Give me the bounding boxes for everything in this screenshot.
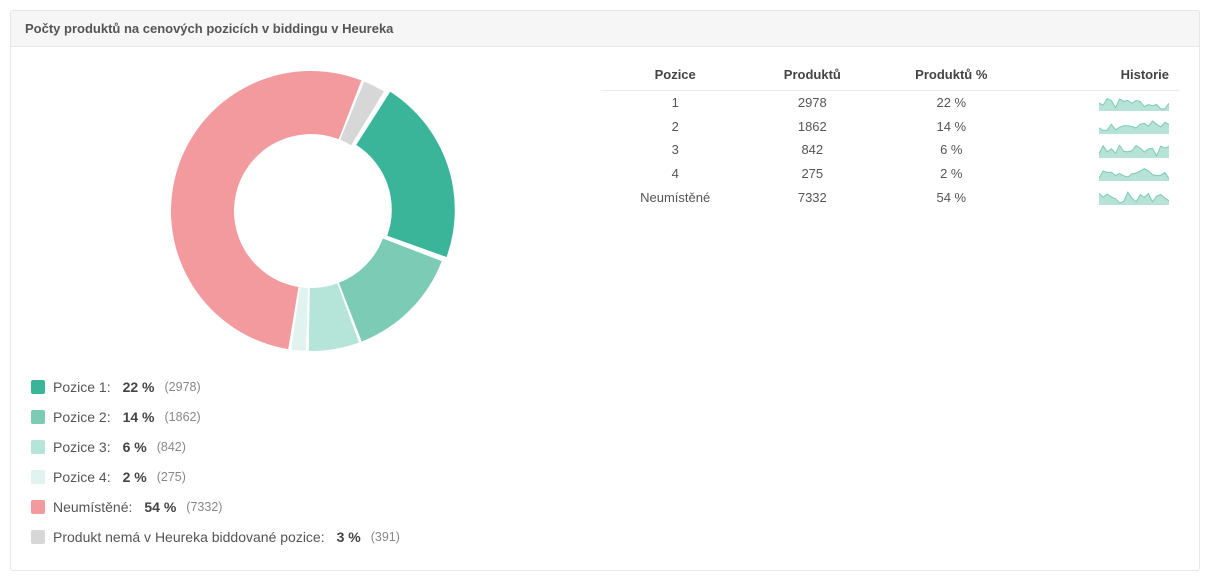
legend-label: Produkt nemá v Heureka biddované pozice: bbox=[53, 529, 325, 545]
legend-item[interactable]: Pozice 2: 14 % (1862) bbox=[31, 402, 591, 432]
cell-pct: 22 % bbox=[875, 91, 1027, 115]
legend-label: Pozice 2: bbox=[53, 409, 111, 425]
legend-pct: 54 % bbox=[144, 499, 176, 515]
cell-history[interactable] bbox=[1027, 138, 1179, 162]
table-row: 1297822 % bbox=[601, 91, 1179, 115]
cell-count: 2978 bbox=[749, 91, 875, 115]
cell-position: 3 bbox=[601, 138, 749, 162]
legend-swatch bbox=[31, 500, 45, 514]
positions-table: Pozice Produktů Produktů % Historie 1297… bbox=[601, 61, 1179, 209]
table-row: Neumístěné733254 % bbox=[601, 185, 1179, 209]
legend-count: (7332) bbox=[186, 500, 222, 514]
left-column: Pozice 1:22 %(2978)Pozice 2:14 %(1862)Po… bbox=[31, 61, 591, 552]
cell-pct: 54 % bbox=[875, 185, 1027, 209]
cell-history[interactable] bbox=[1027, 115, 1179, 139]
panel-title: Počty produktů na cenových pozicích v bi… bbox=[11, 11, 1199, 47]
legend-label: Pozice 1: bbox=[53, 379, 111, 395]
legend-item[interactable]: Pozice 4: 2 % (275) bbox=[31, 462, 591, 492]
legend-count: (391) bbox=[371, 530, 400, 544]
legend-count: (1862) bbox=[165, 410, 201, 424]
legend-swatch bbox=[31, 440, 45, 454]
donut-slice[interactable] bbox=[356, 92, 455, 257]
legend-label: Pozice 4: bbox=[53, 469, 111, 485]
th-position: Pozice bbox=[601, 61, 749, 91]
cell-history[interactable] bbox=[1027, 185, 1179, 209]
legend-swatch bbox=[31, 410, 45, 424]
legend-count: (2978) bbox=[165, 380, 201, 394]
cell-pct: 2 % bbox=[875, 162, 1027, 186]
cell-pct: 6 % bbox=[875, 138, 1027, 162]
sparkline-icon bbox=[1099, 167, 1169, 181]
legend-pct: 2 % bbox=[123, 469, 147, 485]
th-count: Produktů bbox=[749, 61, 875, 91]
table-row: 38426 % bbox=[601, 138, 1179, 162]
cell-pct: 14 % bbox=[875, 115, 1027, 139]
legend-count: (842) bbox=[157, 440, 186, 454]
legend-item[interactable]: Produkt nemá v Heureka biddované pozice:… bbox=[31, 522, 591, 552]
table-row: 2186214 % bbox=[601, 115, 1179, 139]
legend-item[interactable]: Neumístěné: 54 % (7332) bbox=[31, 492, 591, 522]
legend-pct: 14 % bbox=[123, 409, 155, 425]
th-history: Historie bbox=[1027, 61, 1179, 91]
donut-chart bbox=[31, 61, 591, 364]
legend-pct: 6 % bbox=[123, 439, 147, 455]
cell-count: 275 bbox=[749, 162, 875, 186]
legend-swatch bbox=[31, 470, 45, 484]
right-column: Pozice Produktů Produktů % Historie 1297… bbox=[591, 61, 1179, 209]
legend: Pozice 1:22 %(2978)Pozice 2:14 %(1862)Po… bbox=[31, 372, 591, 552]
legend-swatch bbox=[31, 380, 45, 394]
legend-swatch bbox=[31, 530, 45, 544]
cell-count: 1862 bbox=[749, 115, 875, 139]
legend-pct: 3 % bbox=[337, 529, 361, 545]
legend-label: Pozice 3: bbox=[53, 439, 111, 455]
cell-count: 842 bbox=[749, 138, 875, 162]
cell-position: 4 bbox=[601, 162, 749, 186]
sparkline-icon bbox=[1099, 120, 1169, 134]
th-pct: Produktů % bbox=[875, 61, 1027, 91]
donut-slice[interactable] bbox=[339, 239, 442, 342]
cell-count: 7332 bbox=[749, 185, 875, 209]
sparkline-icon bbox=[1099, 144, 1169, 158]
legend-item[interactable]: Pozice 3: 6 % (842) bbox=[31, 432, 591, 462]
table-row: 42752 % bbox=[601, 162, 1179, 186]
cell-history[interactable] bbox=[1027, 162, 1179, 186]
legend-pct: 22 % bbox=[123, 379, 155, 395]
legend-item[interactable]: Pozice 1: 22 % (2978) bbox=[31, 372, 591, 402]
panel-body: Pozice 1:22 %(2978)Pozice 2:14 %(1862)Po… bbox=[11, 47, 1199, 570]
sparkline-icon bbox=[1099, 191, 1169, 205]
cell-history[interactable] bbox=[1027, 91, 1179, 115]
cell-position: 2 bbox=[601, 115, 749, 139]
sparkline-icon bbox=[1099, 97, 1169, 111]
cell-position: Neumístěné bbox=[601, 185, 749, 209]
legend-label: Neumístěné: bbox=[53, 499, 132, 515]
cell-position: 1 bbox=[601, 91, 749, 115]
legend-count: (275) bbox=[157, 470, 186, 484]
panel-bidding-positions: Počty produktů na cenových pozicích v bi… bbox=[10, 10, 1200, 571]
